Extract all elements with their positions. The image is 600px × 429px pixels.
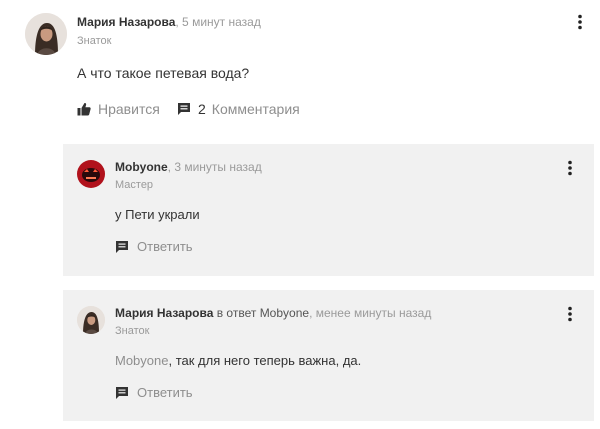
reply-comment: Мария Назарова в ответ Mobyone, менее ми… xyxy=(63,290,594,421)
user-mention[interactable]: Mobyone xyxy=(115,353,168,368)
reply-label: Ответить xyxy=(137,385,193,400)
post-time: , 5 минут назад xyxy=(175,15,261,29)
avatar-photo xyxy=(77,306,105,334)
reply-menu-button[interactable] xyxy=(565,306,575,322)
avatar-image xyxy=(77,160,105,188)
in-reply-to-link[interactable]: Mobyone xyxy=(260,306,309,320)
like-label: Нравится xyxy=(98,101,160,117)
post-header: Мария Назарова, 5 минут назад xyxy=(77,15,261,29)
comment-icon xyxy=(115,240,129,254)
thumbs-up-icon xyxy=(77,102,91,116)
avatar-photo xyxy=(25,13,67,55)
reply-time: , 3 минуты назад xyxy=(167,160,262,174)
comments-button[interactable]: 2 Комментария xyxy=(177,101,300,117)
reply-text-line: Mobyone, так для него теперь важна, да. xyxy=(115,352,361,370)
reply-comment: Mobyone, 3 минуты назад Мастер у Пети ук… xyxy=(63,144,594,276)
reply-menu-button[interactable] xyxy=(565,160,575,176)
in-reply-prefix: в ответ xyxy=(213,306,260,320)
reply-text: у Пети украли xyxy=(115,207,200,222)
comment-thread: Мария Назарова, 5 минут назад Знаток А ч… xyxy=(0,0,600,429)
post: Мария Назарова, 5 минут назад Знаток А ч… xyxy=(0,0,600,140)
author-name[interactable]: Mobyone xyxy=(115,160,168,174)
comments-label: Комментария xyxy=(211,101,300,117)
author-name[interactable]: Мария Назарова xyxy=(115,306,213,320)
comment-icon xyxy=(115,386,129,400)
reply-header: Мария Назарова в ответ Mobyone, менее ми… xyxy=(115,306,431,320)
post-text: А что такое петевая вода? xyxy=(77,65,250,81)
reply-button[interactable]: Ответить xyxy=(115,385,193,400)
avatar[interactable] xyxy=(77,306,105,334)
like-button[interactable]: Нравится xyxy=(77,101,160,117)
comment-icon xyxy=(177,102,191,116)
kebab-menu-icon xyxy=(568,306,572,322)
comments-count: 2 xyxy=(198,101,206,117)
reply-time: , менее минуты назад xyxy=(309,306,432,320)
author-role: Знаток xyxy=(77,35,112,47)
reply-button[interactable]: Ответить xyxy=(115,239,193,254)
kebab-menu-icon xyxy=(578,14,582,30)
avatar[interactable] xyxy=(25,13,67,55)
author-role: Знаток xyxy=(115,325,150,337)
kebab-menu-icon xyxy=(568,160,572,176)
avatar[interactable] xyxy=(77,160,105,188)
reply-text: , так для него теперь важна, да. xyxy=(168,353,362,368)
reply-header: Mobyone, 3 минуты назад xyxy=(115,160,262,174)
author-name[interactable]: Мария Назарова xyxy=(77,15,175,29)
post-menu-button[interactable] xyxy=(575,14,585,30)
author-role: Мастер xyxy=(115,179,154,191)
reply-label: Ответить xyxy=(137,239,193,254)
